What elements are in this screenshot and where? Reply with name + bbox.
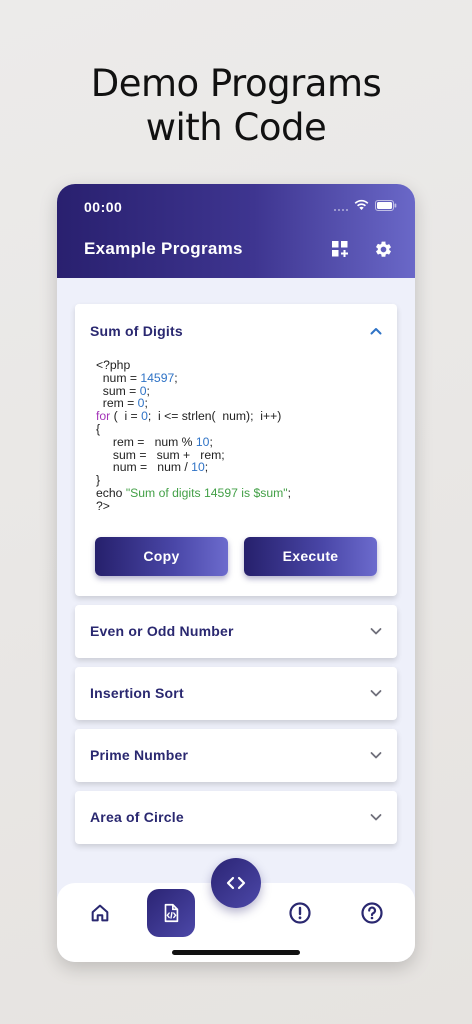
phone-frame: 00:00 Example Programs Sum of Digits <?p… xyxy=(57,184,415,962)
code-brackets-icon xyxy=(226,876,246,890)
status-time: 00:00 xyxy=(84,199,123,215)
chevron-down-icon xyxy=(370,628,382,635)
settings-button[interactable] xyxy=(372,238,394,260)
home-icon xyxy=(91,904,109,922)
program-title: Area of Circle xyxy=(90,809,184,826)
run-code-fab[interactable] xyxy=(211,858,261,908)
program-card-header[interactable]: Insertion Sort xyxy=(75,667,397,720)
program-title: Insertion Sort xyxy=(90,685,184,702)
promo-line-2: with Code xyxy=(145,106,327,149)
help-icon xyxy=(361,902,383,924)
copy-button[interactable]: Copy xyxy=(95,536,228,576)
program-card-even-odd[interactable]: Even or Odd Number xyxy=(75,604,397,658)
program-card-area-of-circle[interactable]: Area of Circle xyxy=(75,790,397,844)
code-actions: Copy Execute xyxy=(75,513,397,596)
chevron-up-icon xyxy=(370,327,382,334)
chevron-down-icon xyxy=(370,814,382,821)
program-card-insertion-sort[interactable]: Insertion Sort xyxy=(75,666,397,720)
app-header: 00:00 Example Programs xyxy=(57,184,415,278)
program-card-prime-number[interactable]: Prime Number xyxy=(75,728,397,782)
promo-heading: Demo Programs with Code xyxy=(0,62,472,150)
code-file-icon xyxy=(164,903,179,923)
program-title: Even or Odd Number xyxy=(90,623,234,640)
program-title: Prime Number xyxy=(90,747,189,764)
nav-home[interactable] xyxy=(88,901,112,925)
program-card-sum-of-digits: Sum of Digits <?php num = 14597; sum = 0… xyxy=(75,304,397,596)
chevron-down-icon xyxy=(370,690,382,697)
program-title: Sum of Digits xyxy=(90,322,183,339)
program-card-header[interactable]: Prime Number xyxy=(75,729,397,782)
promo-line-1: Demo Programs xyxy=(90,62,382,105)
wifi-icon xyxy=(354,199,369,210)
program-card-header[interactable]: Area of Circle xyxy=(75,791,397,844)
chevron-down-icon xyxy=(370,752,382,759)
signal-icon xyxy=(334,199,348,211)
nav-programs[interactable] xyxy=(147,889,195,937)
battery-icon xyxy=(375,199,397,211)
code-block: <?php num = 14597; sum = 0; rem = 0; for… xyxy=(96,358,291,513)
program-list: Sum of Digits <?php num = 14597; sum = 0… xyxy=(75,304,397,853)
nav-help[interactable] xyxy=(360,901,384,925)
nav-info[interactable] xyxy=(288,901,312,925)
program-card-header[interactable]: Even or Odd Number xyxy=(75,605,397,658)
app-title: Example Programs xyxy=(84,239,243,258)
gear-icon xyxy=(375,241,391,257)
grid-add-icon xyxy=(332,241,348,257)
home-indicator xyxy=(172,950,300,955)
program-card-header[interactable]: Sum of Digits xyxy=(75,304,397,357)
grid-add-button[interactable] xyxy=(329,238,351,260)
execute-button[interactable]: Execute xyxy=(244,536,377,576)
status-icons xyxy=(334,199,397,211)
info-icon xyxy=(289,902,311,924)
